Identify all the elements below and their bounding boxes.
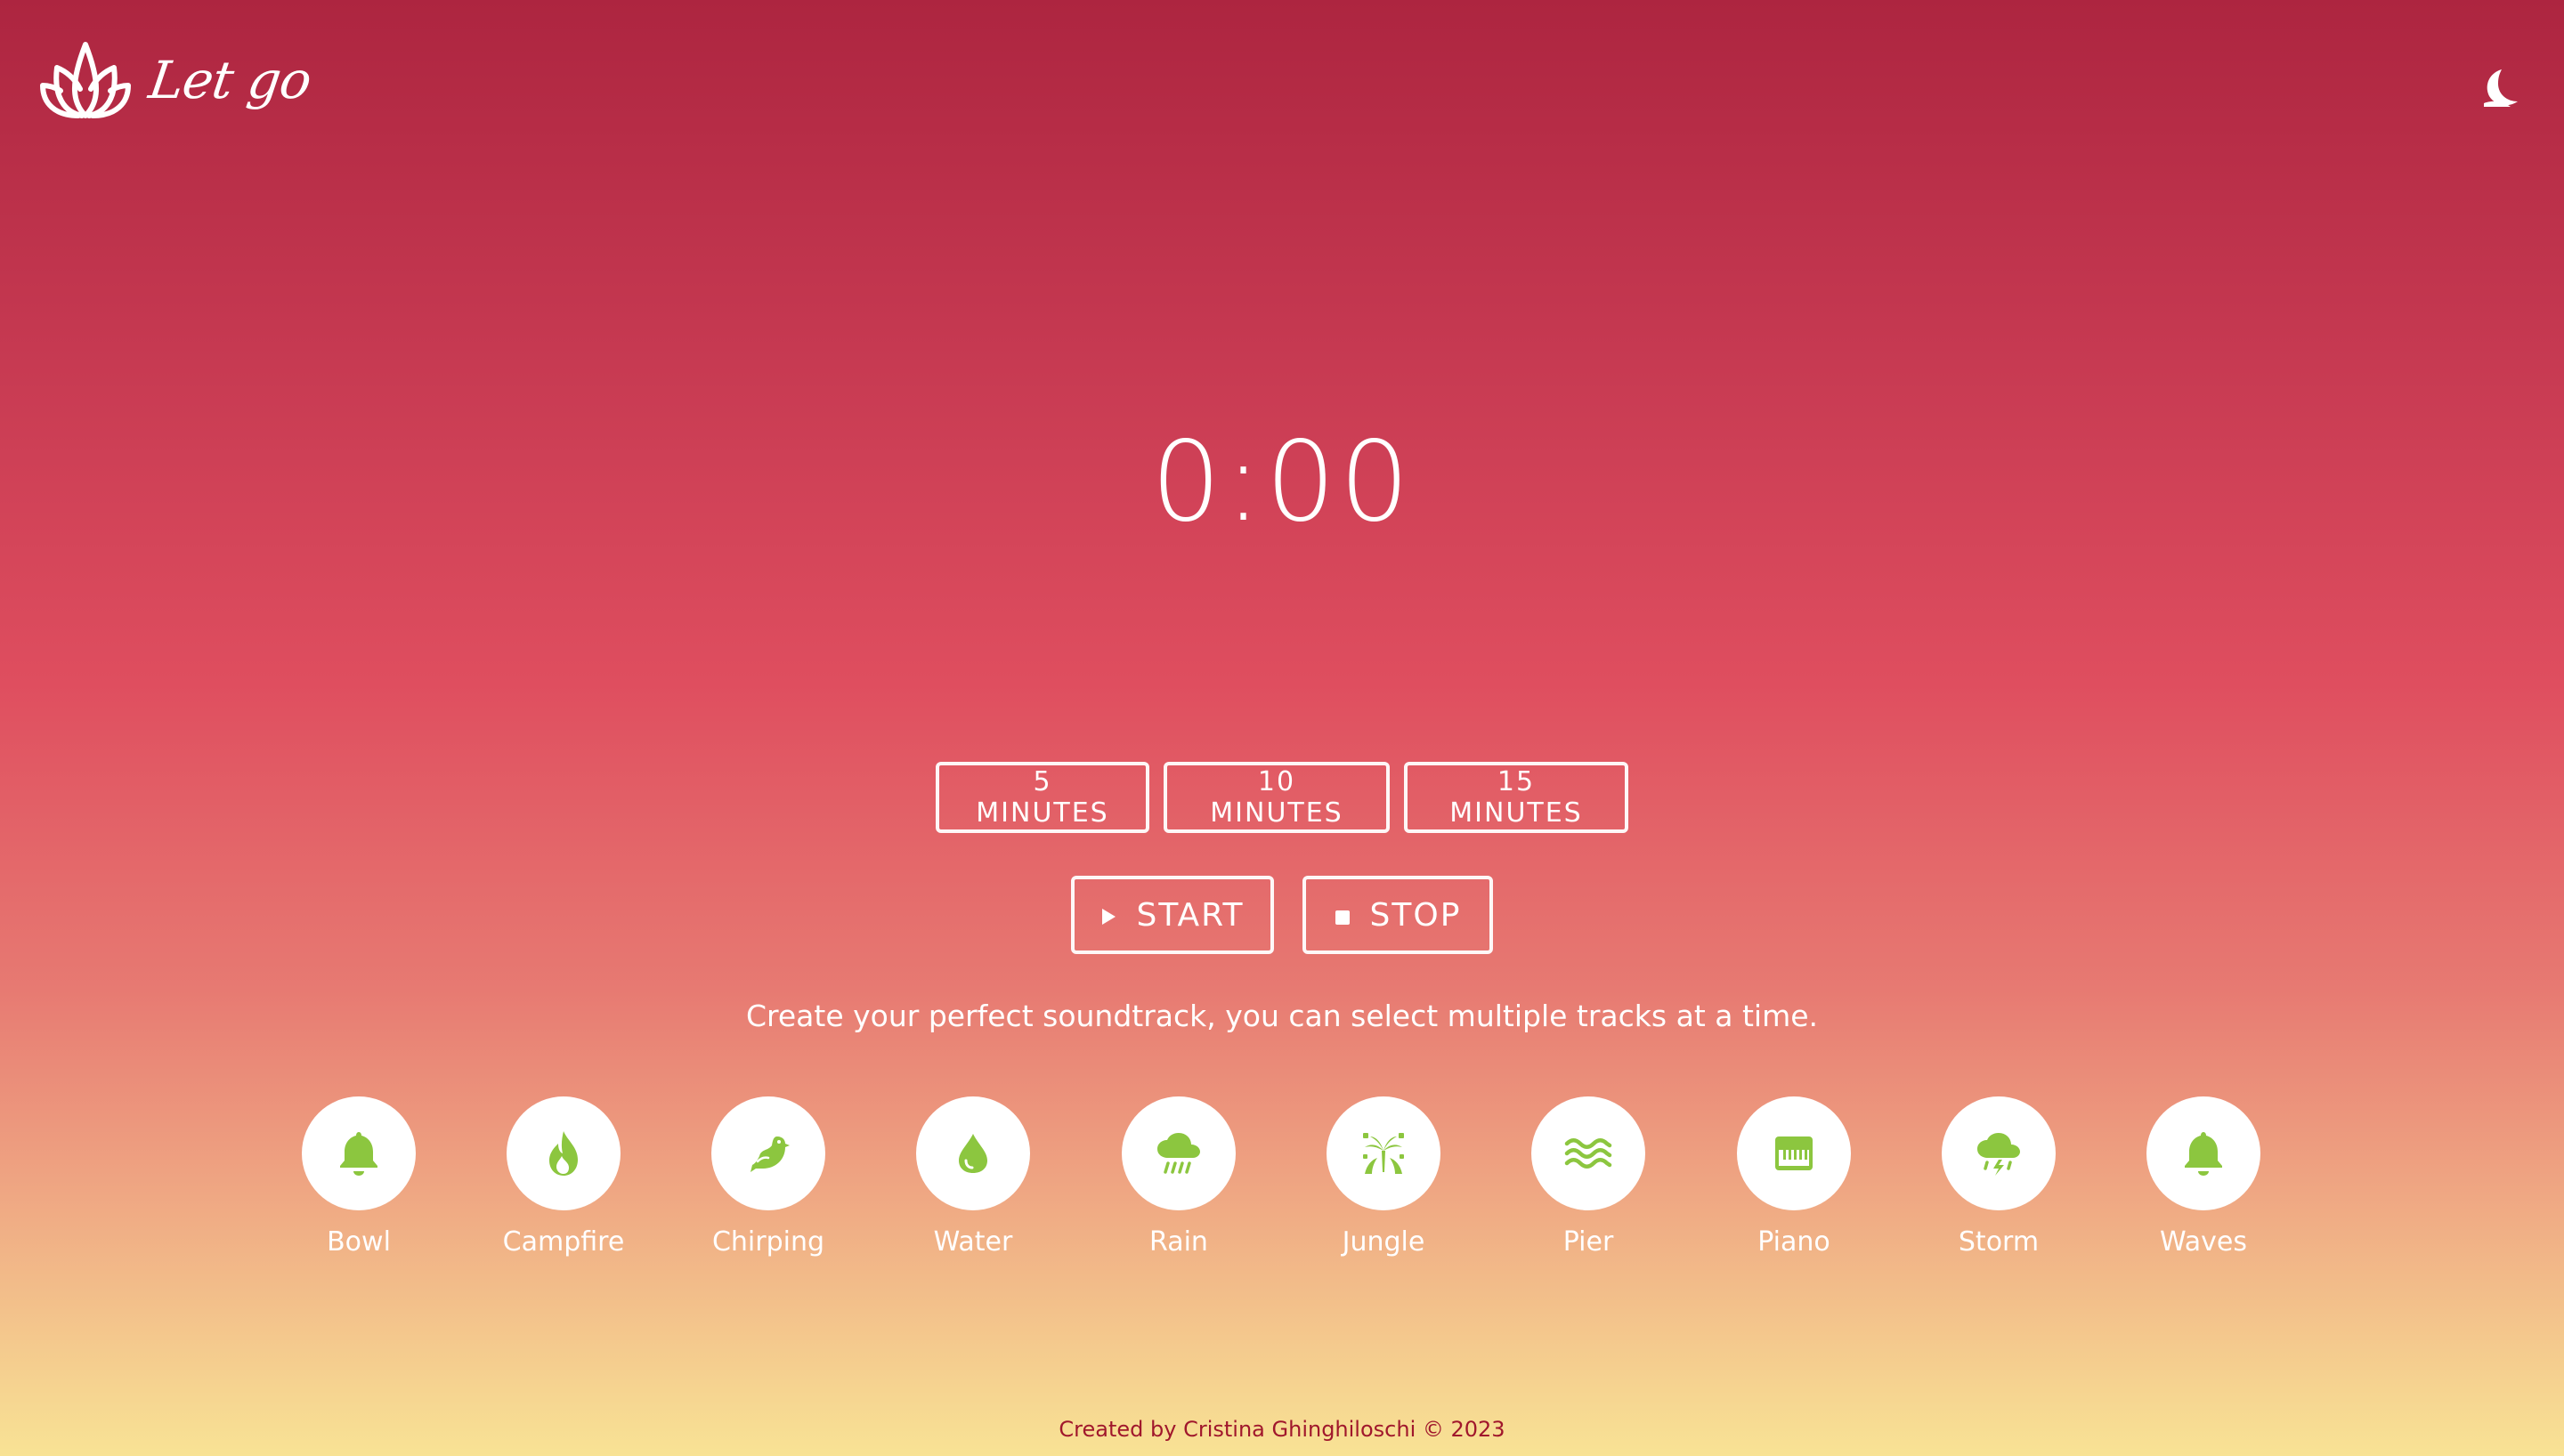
track-pier[interactable]: Pier — [1499, 1096, 1677, 1258]
track-button[interactable] — [1327, 1096, 1440, 1210]
moon-icon — [2480, 68, 2521, 109]
track-button[interactable] — [1531, 1096, 1645, 1210]
track-label: Bowl — [327, 1226, 391, 1258]
track-label: Rain — [1149, 1226, 1208, 1258]
track-label: Water — [933, 1226, 1013, 1258]
lotus-icon — [39, 39, 132, 121]
track-button[interactable] — [1942, 1096, 2056, 1210]
track-button[interactable] — [1122, 1096, 1236, 1210]
duration-10-minutes-button[interactable]: 10 MINUTES — [1164, 762, 1390, 833]
track-button[interactable] — [302, 1096, 416, 1210]
track-label: Chirping — [711, 1226, 825, 1258]
track-jungle[interactable]: Jungle — [1294, 1096, 1473, 1258]
duration-options: 5 MINUTES 10 MINUTES 15 MINUTES — [0, 762, 2564, 833]
track-label: Pier — [1562, 1226, 1614, 1258]
track-rain[interactable]: Rain — [1090, 1096, 1268, 1258]
sound-tracks: Bowl Campfire Chirping Water Rain Jungle… — [0, 1096, 2564, 1258]
bell-icon — [2185, 1132, 2222, 1176]
duration-5-minutes-button[interactable]: 5 MINUTES — [936, 762, 1149, 833]
track-campfire[interactable]: Campfire — [475, 1096, 653, 1258]
fire-icon — [549, 1131, 578, 1176]
cloud-bolt-icon — [1977, 1133, 2020, 1176]
piano-icon — [1775, 1136, 1813, 1170]
jungle-icon — [1363, 1133, 1404, 1174]
cloud-rain-icon — [1157, 1133, 1200, 1174]
app-name: Let go — [145, 50, 315, 110]
start-button[interactable]: START — [1071, 876, 1274, 954]
track-label: Campfire — [502, 1226, 625, 1258]
water-waves-icon — [1564, 1138, 1612, 1169]
playback-controls: START STOP — [0, 876, 2564, 954]
track-label: Jungle — [1342, 1226, 1425, 1258]
start-button-label: START — [1136, 896, 1245, 934]
stop-icon — [1335, 897, 1351, 934]
track-waves[interactable]: Waves — [2114, 1096, 2292, 1258]
timer-display: 0:00 — [1150, 418, 1414, 546]
track-label: Piano — [1757, 1226, 1830, 1258]
track-button[interactable] — [711, 1096, 825, 1210]
instructions-text: Create your perfect soundtrack, you can … — [745, 999, 1819, 1033]
bell-icon — [340, 1132, 377, 1176]
track-water[interactable]: Water — [884, 1096, 1062, 1258]
play-icon — [1100, 897, 1116, 934]
stop-button-label: STOP — [1369, 896, 1462, 934]
footer-credits: Created by Cristina Ghinghiloschi © 2023 — [1059, 1417, 1505, 1442]
theme-toggle-button[interactable] — [2480, 68, 2521, 109]
track-storm[interactable]: Storm — [1910, 1096, 2088, 1258]
track-button[interactable] — [1737, 1096, 1851, 1210]
track-label: Waves — [2160, 1226, 2247, 1258]
droplet-icon — [959, 1134, 987, 1173]
track-button[interactable] — [916, 1096, 1030, 1210]
app-logo[interactable]: Let go — [39, 39, 315, 121]
bird-icon — [751, 1136, 790, 1172]
track-button[interactable] — [507, 1096, 621, 1210]
track-chirping[interactable]: Chirping — [679, 1096, 857, 1258]
track-bowl[interactable]: Bowl — [270, 1096, 448, 1258]
track-piano[interactable]: Piano — [1705, 1096, 1883, 1258]
track-button[interactable] — [2146, 1096, 2260, 1210]
duration-15-minutes-button[interactable]: 15 MINUTES — [1404, 762, 1628, 833]
track-label: Storm — [1958, 1226, 2040, 1258]
stop-button[interactable]: STOP — [1302, 876, 1493, 954]
